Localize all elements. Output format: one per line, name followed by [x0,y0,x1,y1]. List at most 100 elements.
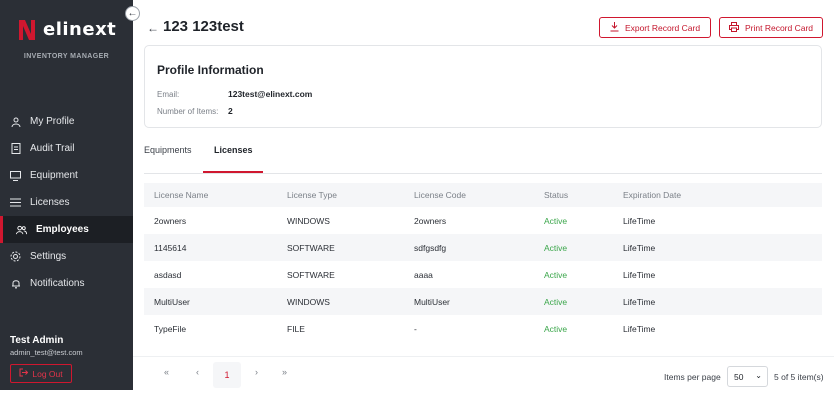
license-name-cell: TypeFile [154,323,187,334]
tab-equipments[interactable]: Equipments [144,145,192,155]
current-user: Test Admin admin_test@test.com [10,335,83,357]
monitor-icon [10,170,21,181]
license-type-cell: WINDOWS [287,215,330,226]
printer-icon [728,21,739,34]
page-title: 123 123test [163,18,244,35]
items-count-value: 2 [228,106,233,116]
export-label: Export Record Card [624,22,701,33]
page-number-button[interactable]: 1 [213,362,241,388]
main-content: ← 123 123test Export Record Card Print R… [133,0,834,396]
column-header[interactable]: License Code [414,190,466,200]
sidebar-item-notifications[interactable]: Notifications [0,270,133,297]
list-icon [10,197,21,208]
document-icon [10,143,21,154]
page-size-value: 50 [734,371,744,382]
logout-label: Log Out [32,368,63,379]
sidebar-item-label: Settings [30,251,67,262]
license-status-cell: Active [544,296,568,307]
brand-subtitle: INVENTORY MANAGER [23,53,110,60]
export-record-card-button[interactable]: Export Record Card [599,17,711,38]
prev-page-icon[interactable]: ‹ [196,367,199,377]
sidebar-item-employees[interactable]: Employees [0,216,133,243]
license-status-cell: Active [544,323,568,334]
license-type-cell: WINDOWS [287,296,330,307]
license-code-cell: MultiUser [414,296,450,307]
last-page-icon[interactable]: » [282,367,287,377]
column-header[interactable]: Expiration Date [623,190,681,200]
licenses-table: License Name License Type License Code S… [144,183,822,342]
license-name-cell: asdasd [154,269,182,280]
items-per-page-label: Items per page [664,372,721,382]
table-row[interactable]: asdasd SOFTWARE aaaa Active LifeTime [144,261,822,288]
license-name-cell: 2owners [154,215,187,226]
user-icon [10,116,21,127]
app: elinext INVENTORY MANAGER My Profile Aud… [0,0,834,396]
license-status-cell: Active [544,242,568,253]
download-icon [610,21,619,34]
sidebar-item-label: Notifications [30,278,85,289]
table-row[interactable]: MultiUser WINDOWS MultiUser Active LifeTime [144,288,822,315]
license-code-cell: - [414,323,417,334]
sidebar-item-audit-trail[interactable]: Audit Trail [0,135,133,162]
sidebar-item-label: Equipment [30,170,78,181]
arrow-left-icon: ← [127,8,138,19]
sidebar: elinext INVENTORY MANAGER My Profile Aud… [0,0,133,390]
print-record-card-button[interactable]: Print Record Card [719,17,823,38]
logout-icon [19,368,29,379]
license-type-cell: FILE [287,323,305,334]
license-code-cell: aaaa [414,269,433,280]
license-status-cell: Active [544,269,568,280]
brand-name: elinext [43,18,117,40]
sidebar-nav: My Profile Audit Trail Equipment License… [0,108,133,297]
back-arrow-icon[interactable]: ← [147,21,159,35]
table-row[interactable]: 1145614 SOFTWARE sdfgsdfg Active LifeTime [144,234,822,261]
items-summary: 5 of 5 item(s) [774,372,824,382]
sidebar-item-label: Employees [36,224,89,235]
logout-button[interactable]: Log Out [10,364,72,383]
pagination: « ‹ 1 › » Items per page 50 ⌄ 5 of 5 ite… [133,356,834,396]
chevron-down-icon: ⌄ [755,371,762,380]
email-label: Email: [157,90,180,99]
license-expiration-cell: LifeTime [623,296,656,307]
sidebar-item-label: Audit Trail [30,143,75,154]
license-name-cell: MultiUser [154,296,190,307]
license-code-cell: 2owners [414,215,447,226]
license-expiration-cell: LifeTime [623,269,656,280]
user-name: Test Admin [10,335,64,346]
column-header[interactable]: Status [544,190,568,200]
items-count-label: Number of Items: [157,107,219,116]
print-label: Print Record Card [744,22,814,33]
license-expiration-cell: LifeTime [623,215,656,226]
gear-icon [10,251,21,262]
profile-card: Profile Information Email: 123test@eline… [144,45,822,128]
license-expiration-cell: LifeTime [623,242,656,253]
table-header-row: License Name License Type License Code S… [144,183,822,207]
page-size-select[interactable]: 50 ⌄ [727,366,768,387]
license-expiration-cell: LifeTime [623,323,656,334]
sidebar-item-equipment[interactable]: Equipment [0,162,133,189]
license-type-cell: SOFTWARE [287,242,335,253]
sidebar-item-settings[interactable]: Settings [0,243,133,270]
license-status-cell: Active [544,215,568,226]
collapse-sidebar-button[interactable]: ← [125,6,140,21]
sidebar-item-licenses[interactable]: Licenses [0,189,133,216]
first-page-icon[interactable]: « [164,367,169,377]
sidebar-item-label: My Profile [30,116,75,127]
tab-bar: Equipments Licenses [144,137,822,174]
users-icon [16,224,27,235]
brand-logo: elinext [17,16,116,42]
license-type-cell: SOFTWARE [287,269,335,280]
sidebar-item-label: Licenses [30,197,70,208]
tab-licenses[interactable]: Licenses [214,145,253,155]
user-email: admin_test@test.com [10,348,83,357]
table-row[interactable]: TypeFile FILE - Active LifeTime [144,315,822,342]
table-body: 2owners WINDOWS 2owners Active LifeTime 11456… [144,207,822,342]
table-row[interactable]: 2owners WINDOWS 2owners Active LifeTime [144,207,822,234]
next-page-icon[interactable]: › [255,367,258,377]
license-name-cell: 1145614 [154,242,187,253]
sidebar-item-my-profile[interactable]: My Profile [0,108,133,135]
license-code-cell: sdfgsdfg [414,242,447,253]
column-header[interactable]: License Type [287,190,337,200]
column-header[interactable]: License Name [154,190,208,200]
active-tab-indicator [203,171,263,173]
